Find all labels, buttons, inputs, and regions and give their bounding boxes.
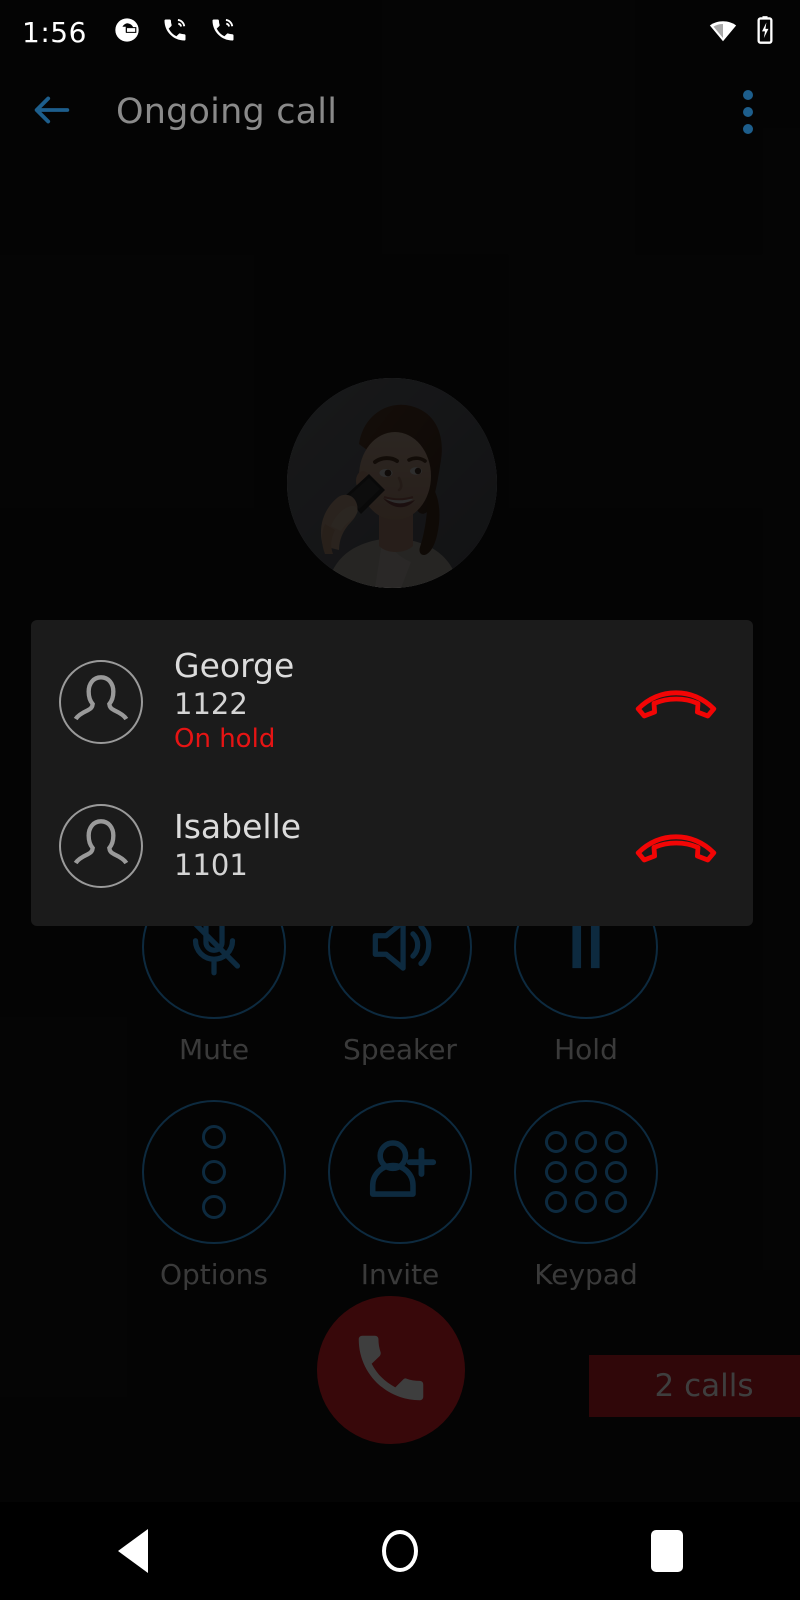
app-toolbar: Ongoing call	[0, 64, 800, 160]
hangup-outline-icon	[633, 673, 717, 731]
phone-screen: 1:56 Ongoing call George 1122 On hold Is…	[0, 0, 800, 1600]
back-nav-icon	[118, 1529, 149, 1573]
contact-number: 1122	[174, 687, 248, 722]
avatar	[59, 804, 143, 888]
nav-recents-button[interactable]	[533, 1502, 800, 1600]
arrow-left-icon	[29, 87, 75, 137]
call-info: George 1122 On hold	[174, 648, 627, 755]
call-in-progress-icon	[161, 16, 189, 48]
status-bar-system-icons	[708, 15, 778, 49]
hangup-button[interactable]	[627, 672, 723, 732]
call-info: Isabelle 1101	[174, 806, 627, 883]
overflow-menu-icon	[743, 90, 753, 100]
overflow-menu-button[interactable]	[720, 84, 776, 140]
circle-logo-icon	[113, 16, 141, 48]
hangup-button[interactable]	[627, 816, 723, 876]
overflow-menu-icon	[743, 124, 753, 134]
recents-nav-icon	[650, 1530, 683, 1572]
hangup-outline-icon	[633, 817, 717, 875]
call-list-item[interactable]: Isabelle 1101	[31, 774, 753, 918]
avatar	[59, 660, 143, 744]
back-button[interactable]	[24, 84, 80, 140]
page-title: Ongoing call	[116, 92, 338, 132]
overflow-menu-icon	[743, 107, 753, 117]
battery-charging-icon	[752, 15, 778, 49]
contact-number: 1101	[174, 847, 248, 882]
status-bar: 1:56	[0, 0, 800, 64]
nav-home-button[interactable]	[267, 1502, 534, 1600]
nav-back-button[interactable]	[0, 1502, 267, 1600]
wifi-icon	[708, 15, 738, 49]
status-bar-clock: 1:56	[22, 15, 87, 49]
system-navigation-bar	[0, 1502, 800, 1600]
status-bar-notification-icons	[113, 16, 237, 48]
contact-name: George	[174, 646, 295, 686]
call-in-progress-icon	[209, 16, 237, 48]
call-status: On hold	[174, 723, 276, 754]
contact-name: Isabelle	[174, 806, 302, 846]
person-placeholder-icon	[61, 806, 141, 886]
call-list-item[interactable]: George 1122 On hold	[31, 630, 753, 774]
home-nav-icon	[382, 1530, 418, 1572]
person-placeholder-icon	[61, 662, 141, 742]
ongoing-calls-dialog: George 1122 On hold Isabelle 1101	[31, 620, 753, 926]
